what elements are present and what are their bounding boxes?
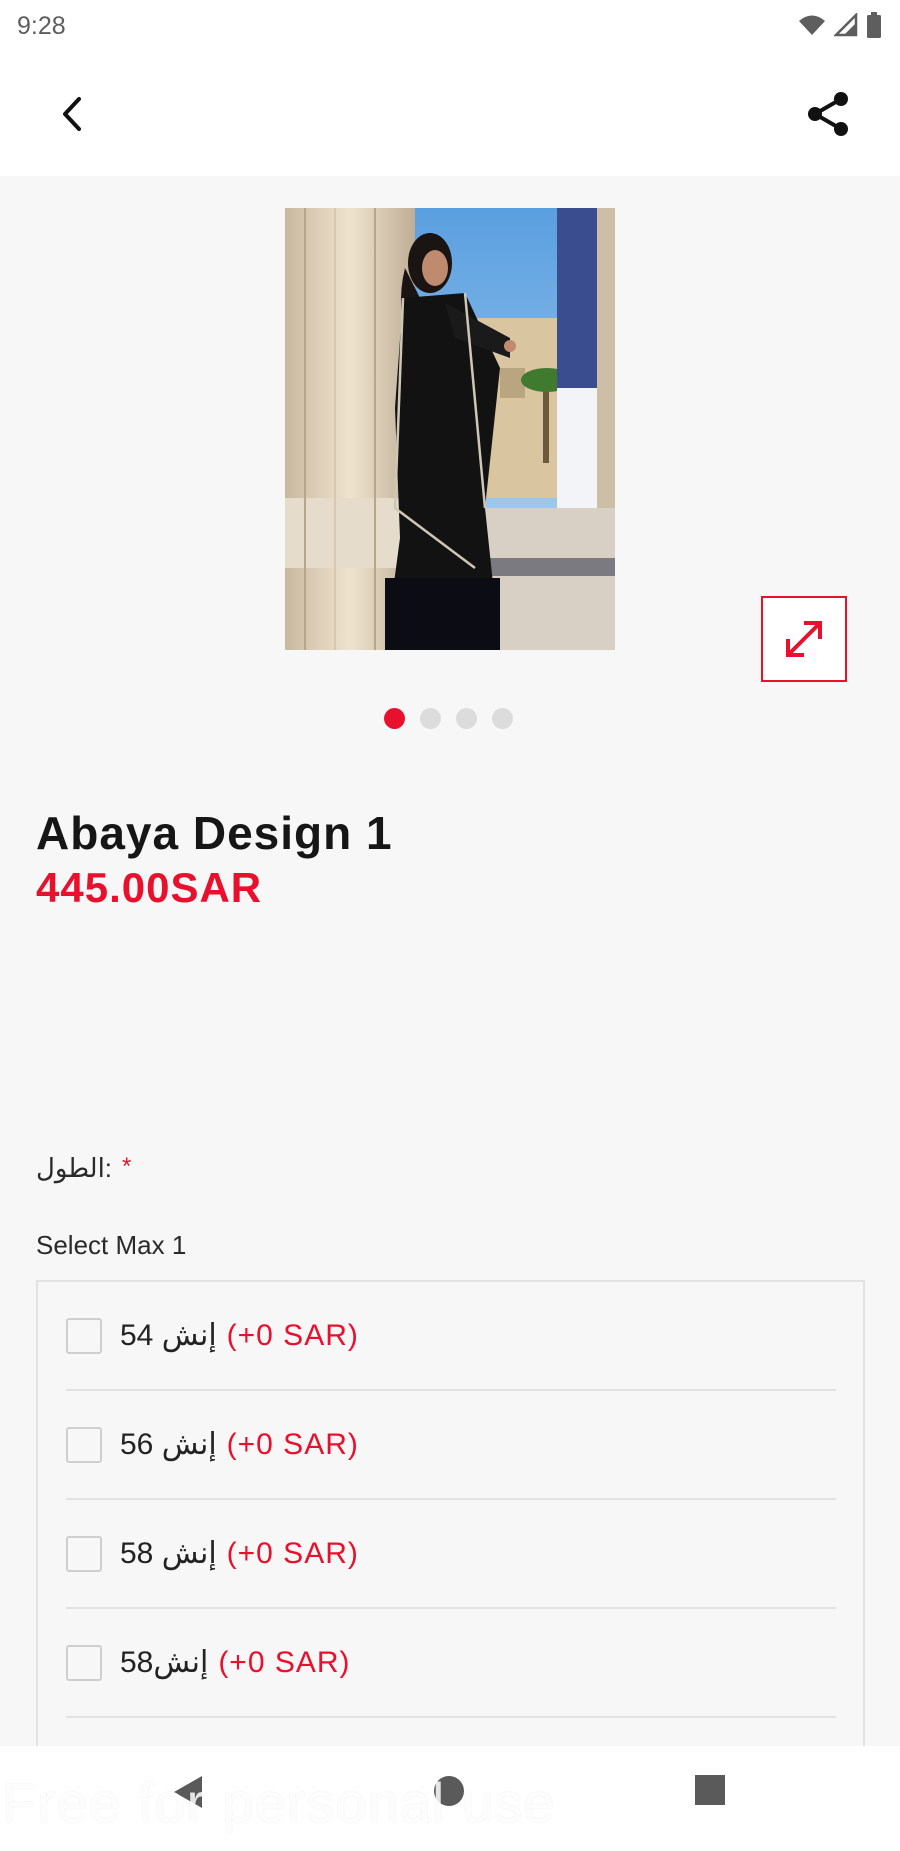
square-recents-icon: [695, 1775, 725, 1805]
pagination-dot[interactable]: [384, 708, 405, 729]
options-list: 54 إنش (+0 SAR) 56 إنش (+0 SAR) 58 إنش (…: [36, 1280, 865, 1760]
option-price: (+0 SAR): [226, 1427, 359, 1461]
share-button[interactable]: [800, 86, 856, 142]
app-bar: [0, 56, 900, 176]
nav-recents-button[interactable]: [694, 1774, 726, 1811]
option-checkbox[interactable]: [66, 1644, 102, 1681]
back-button[interactable]: [50, 86, 94, 142]
option-label: 54 إنش: [120, 1319, 217, 1352]
option-row[interactable]: 56 إنش (+0 SAR): [66, 1391, 836, 1500]
signal-icon: [834, 13, 858, 37]
product-name: Abaya Design 1: [36, 807, 393, 859]
expand-image-button[interactable]: [761, 596, 847, 682]
option-label: 58 إنش: [120, 1537, 217, 1570]
gallery-pagination: [384, 708, 513, 729]
product-image[interactable]: [285, 208, 615, 650]
expand-arrows-icon: [786, 621, 822, 657]
product-gallery: [0, 176, 900, 746]
battery-icon: [867, 12, 881, 38]
option-row[interactable]: 58 إنش (+0 SAR): [66, 1500, 836, 1609]
pagination-dot[interactable]: [492, 708, 513, 729]
option-row[interactable]: 54 إنش (+0 SAR): [66, 1282, 836, 1391]
option-label: 58إنش: [120, 1646, 209, 1679]
option-label: 56 إنش: [120, 1428, 217, 1461]
watermark: Free for personal use: [2, 1771, 556, 1834]
option-checkbox[interactable]: [66, 1426, 102, 1463]
required-mark: *: [122, 1153, 132, 1180]
option-row[interactable]: 58إنش (+0 SAR): [66, 1609, 836, 1718]
pagination-dot[interactable]: [420, 708, 441, 729]
status-time: 9:28: [17, 12, 66, 40]
product-price: 445.00SAR: [36, 864, 263, 911]
option-checkbox[interactable]: [66, 1317, 102, 1354]
option-group-label: الطول: *: [36, 1153, 131, 1184]
option-price: (+0 SAR): [226, 1318, 359, 1352]
option-price: (+0 SAR): [218, 1645, 351, 1679]
wifi-icon: [799, 15, 825, 35]
product-photo: [285, 208, 615, 650]
select-max-hint: Select Max 1: [36, 1230, 187, 1260]
pagination-dot[interactable]: [456, 708, 477, 729]
chevron-left-icon: [63, 97, 81, 131]
option-checkbox[interactable]: [66, 1535, 102, 1572]
share-icon: [808, 92, 848, 136]
option-label-text: الطول:: [36, 1153, 113, 1183]
status-bar: 9:28: [0, 0, 900, 56]
status-icons: [798, 12, 882, 38]
option-price: (+0 SAR): [226, 1536, 359, 1570]
